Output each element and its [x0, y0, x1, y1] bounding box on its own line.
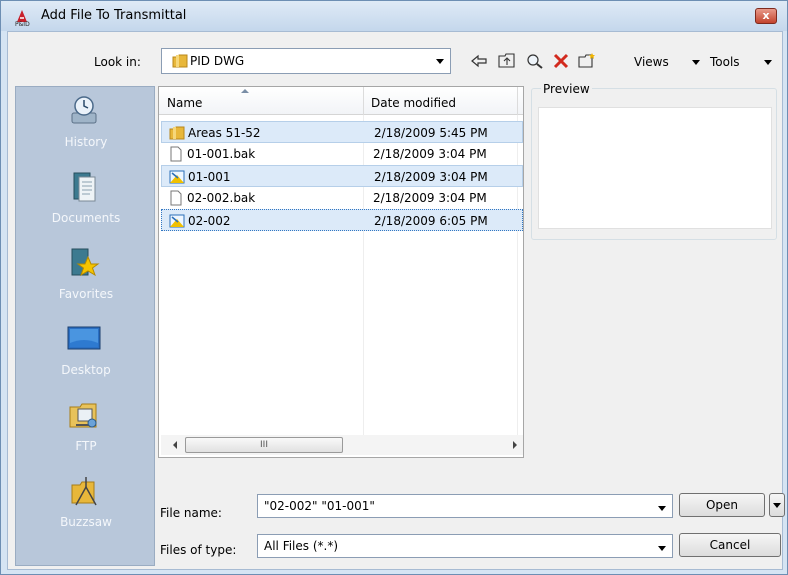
file-date-cell: 2/18/2009 3:04 PM	[373, 147, 487, 161]
place-favorites[interactable]: Favorites	[16, 239, 156, 314]
file-date-cell: 2/18/2009 5:45 PM	[374, 126, 488, 140]
file-type-label: Files of type:	[160, 543, 237, 557]
back-icon[interactable]	[469, 52, 489, 70]
place-buzzsaw[interactable]: Buzzsaw	[16, 467, 156, 542]
chevron-down-icon	[436, 59, 444, 64]
title-bar[interactable]: P&ID Add File To Transmittal x	[1, 1, 787, 31]
horizontal-scrollbar[interactable]: III	[161, 435, 523, 455]
documents-icon	[73, 172, 96, 202]
file-name-label: File name:	[160, 506, 222, 520]
desktop-icon	[67, 326, 101, 350]
chevron-down-icon	[658, 546, 666, 551]
place-label: Documents	[51, 211, 121, 225]
cancel-label: Cancel	[709, 538, 751, 552]
cancel-button[interactable]: Cancel	[679, 533, 781, 557]
place-label: FTP	[75, 439, 97, 453]
search-web-icon[interactable]	[525, 52, 545, 70]
places-bar: History Documents Favorites Desktop FTP …	[15, 86, 155, 566]
preview-pane	[538, 107, 772, 229]
place-label: Buzzsaw	[60, 515, 112, 529]
dwg-file-icon	[169, 214, 185, 228]
pid-app-icon: P&ID	[15, 10, 30, 26]
new-folder-icon[interactable]	[577, 52, 597, 70]
file-row-02-002[interactable]: 02-002 2/18/2009 6:05 PM	[161, 209, 523, 231]
file-date-cell: 2/18/2009 3:04 PM	[373, 191, 487, 205]
views-chevron-icon[interactable]	[692, 60, 700, 65]
lookin-dropdown[interactable]: PID DWG	[161, 48, 451, 74]
scroll-thumb[interactable]: III	[185, 437, 343, 453]
file-type-value: All Files (*.*)	[264, 539, 339, 553]
folder-icon	[172, 54, 188, 68]
open-button[interactable]: Open	[679, 493, 765, 517]
list-header: Name Date modified	[159, 87, 523, 115]
views-menu[interactable]: Views	[634, 55, 669, 69]
column-divider[interactable]	[363, 87, 364, 115]
place-label: History	[64, 135, 108, 149]
svg-text:P&ID: P&ID	[15, 21, 30, 26]
chevron-down-icon[interactable]	[658, 506, 666, 511]
file-name-cell: 01-001.bak	[187, 147, 256, 161]
close-button[interactable]: x	[755, 8, 777, 24]
sort-ascending-icon	[241, 89, 249, 93]
scroll-left-icon[interactable]	[173, 441, 177, 449]
lookin-value: PID DWG	[190, 54, 245, 68]
file-icon	[170, 146, 182, 162]
place-documents[interactable]: Documents	[16, 163, 156, 238]
file-name-cell: 01-001	[188, 170, 231, 184]
lookin-label: Look in:	[94, 55, 141, 69]
place-history[interactable]: History	[16, 87, 156, 162]
dwg-file-icon	[169, 170, 185, 184]
file-row-01-001[interactable]: 01-001 2/18/2009 3:04 PM	[161, 165, 523, 187]
preview-label: Preview	[541, 82, 592, 96]
favorites-icon	[71, 248, 100, 277]
delete-icon[interactable]	[551, 52, 571, 70]
file-name-input[interactable]: "02-002" "01-001"	[257, 494, 673, 518]
file-name-value: "02-002" "01-001"	[264, 499, 375, 513]
open-options-button[interactable]	[769, 493, 785, 517]
file-row-01-001-bak[interactable]: 01-001.bak 2/18/2009 3:04 PM	[161, 143, 523, 165]
place-desktop[interactable]: Desktop	[16, 315, 156, 390]
views-label: Views	[634, 55, 669, 69]
dialog-title: Add File To Transmittal	[41, 8, 187, 23]
history-icon	[71, 96, 97, 124]
add-file-dialog: P&ID Add File To Transmittal x Look in: …	[0, 0, 788, 575]
ftp-icon	[69, 403, 97, 428]
place-label: Desktop	[61, 363, 111, 377]
file-row-areas-51-52[interactable]: Areas 51-52 2/18/2009 5:45 PM	[161, 121, 523, 143]
place-label: Favorites	[58, 287, 114, 301]
file-date-cell: 2/18/2009 6:05 PM	[374, 214, 488, 228]
chevron-down-icon	[773, 503, 781, 508]
file-icon	[170, 190, 182, 206]
file-name-cell: 02-002	[188, 214, 231, 228]
tools-chevron-icon[interactable]	[764, 60, 772, 65]
scroll-right-icon[interactable]	[513, 441, 517, 449]
file-list[interactable]: Name Date modified Areas 51-52 2/18/2009…	[158, 86, 524, 458]
tools-label: Tools	[710, 55, 740, 69]
file-row-02-002-bak[interactable]: 02-002.bak 2/18/2009 3:04 PM	[161, 187, 523, 209]
dialog-client: Look in: PID DWG Views Tools History Doc…	[7, 31, 785, 570]
file-date-cell: 2/18/2009 3:04 PM	[374, 170, 488, 184]
file-type-dropdown[interactable]: All Files (*.*)	[257, 534, 673, 558]
column-divider[interactable]	[517, 87, 518, 115]
place-ftp[interactable]: FTP	[16, 391, 156, 466]
folder-icon	[169, 126, 185, 140]
buzzsaw-icon	[71, 477, 97, 506]
file-name-cell: 02-002.bak	[187, 191, 256, 205]
column-header-date[interactable]: Date modified	[371, 96, 456, 110]
tools-menu[interactable]: Tools	[710, 55, 740, 69]
column-header-name[interactable]: Name	[167, 96, 202, 110]
file-name-cell: Areas 51-52	[188, 126, 261, 140]
up-folder-icon[interactable]	[497, 52, 517, 70]
open-label: Open	[705, 498, 739, 512]
